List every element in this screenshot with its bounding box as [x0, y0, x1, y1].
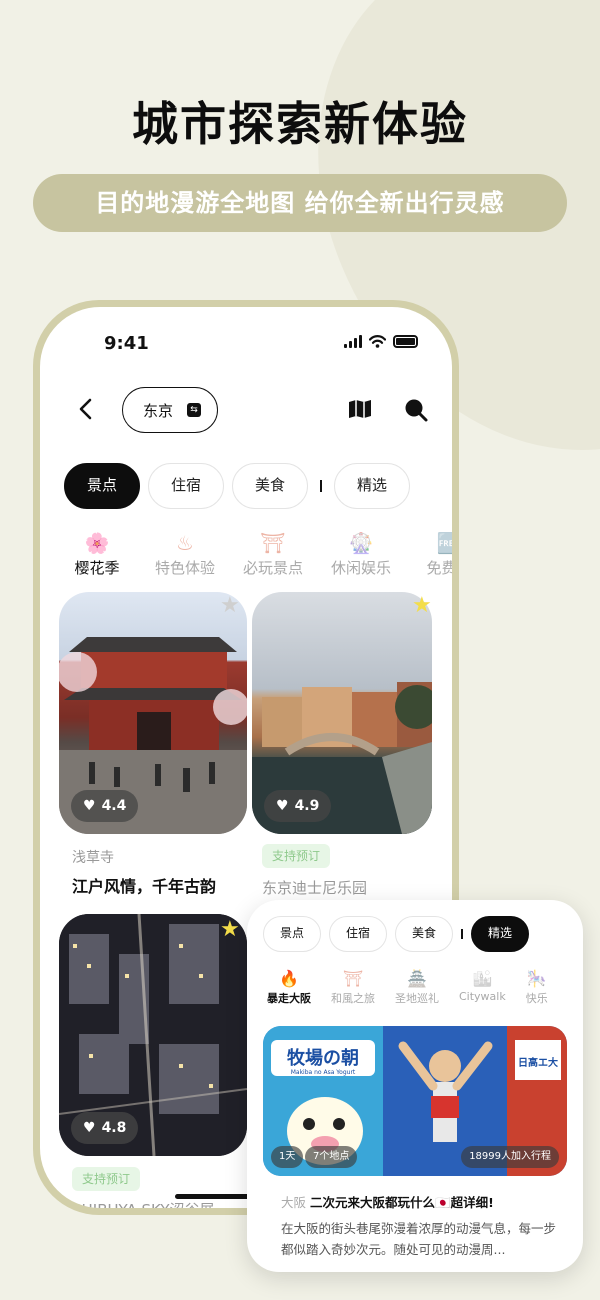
battery-icon: [393, 335, 418, 348]
itinerary-description: 在大阪的街头巷尾弥漫着浓厚的动漫气息，每一步都似踏入奇妙次元。随处可见的动漫周.…: [281, 1221, 557, 1257]
sign-subtext: Makiba no Asa Yogurt: [291, 1069, 356, 1076]
fire-icon: 🔥: [279, 969, 299, 988]
tab-hotels[interactable]: 住宿: [148, 463, 225, 509]
booking-badge: 支持预订: [262, 844, 331, 868]
overlay-sub-categories: 🔥 暴走大阪 ⛩ 和風之旅 🏯 圣地巡礼 🏙 Citywalk 🎠 快乐: [267, 968, 548, 1006]
sign-text: 牧場の朝: [287, 1047, 359, 1069]
itinerary-city: 大阪: [281, 1195, 307, 1210]
rating-value: 4.9: [294, 798, 320, 814]
carousel-icon: 🎠: [526, 969, 547, 988]
card-location: 浅草寺: [72, 850, 114, 866]
favorite-star-icon[interactable]: ★: [220, 595, 240, 617]
featured-overlay-card: 景点 住宿 美食 精选 🔥 暴走大阪 ⛩ 和風之旅 🏯 圣地巡礼 🏙 Cityw…: [247, 900, 583, 1272]
subcat-label: 休闲娱乐: [330, 559, 391, 577]
tab-featured[interactable]: 精选: [334, 463, 411, 509]
tab-hotels[interactable]: 住宿: [329, 916, 388, 952]
ferris-wheel-icon: 🎡: [348, 531, 374, 555]
sub-categories: 🌸 樱花季 ♨ 特色体验 ⛩ 必玩景点 🎡 休闲娱乐 🆓 免费游: [64, 529, 452, 578]
status-icons: [344, 335, 418, 348]
heart-icon: ♥: [83, 798, 96, 814]
subcat-citywalk[interactable]: 🏙 Citywalk: [459, 968, 506, 1006]
promo-headline: 城市探索新体验: [132, 97, 468, 151]
swap-icon: ⇆: [187, 403, 202, 417]
search-icon[interactable]: [403, 397, 429, 423]
city-label: 东京: [143, 401, 174, 420]
subcat-free[interactable]: 🆓 免费游: [416, 529, 452, 578]
favorite-star-icon[interactable]: ★: [220, 919, 240, 941]
tab-attractions[interactable]: 景点: [263, 916, 322, 952]
tab-attractions[interactable]: 景点: [64, 463, 141, 509]
city-icon: 🏙: [472, 969, 493, 988]
subcat-label: 快乐: [525, 992, 548, 1005]
subcat-label: 樱花季: [74, 559, 120, 577]
tab-featured[interactable]: 精选: [471, 916, 530, 952]
heart-icon: ♥: [83, 1120, 96, 1136]
torii-icon: ⛩: [342, 969, 364, 988]
heart-icon: ♥: [276, 798, 289, 814]
rating-value: 4.4: [101, 798, 127, 814]
itinerary-title[interactable]: 大阪 二次元来大阪都玩什么🇯🇵超详细!: [281, 1192, 494, 1211]
subcat-leisure[interactable]: 🎡 休闲娱乐: [328, 529, 394, 578]
itinerary-image[interactable]: 牧場の朝 Makiba no Asa Yogurt 日高エ大 1天 7个地点 1…: [263, 1026, 567, 1176]
subcat-fun[interactable]: 🎠 快乐: [526, 968, 548, 1006]
promo-subline: 目的地漫游全地图 给你全新出行灵感: [33, 174, 567, 232]
subcat-label: 暴走大阪: [267, 992, 311, 1005]
subcat-experience[interactable]: ♨ 特色体验: [152, 529, 218, 578]
subcat-label: Citywalk: [459, 990, 506, 1003]
map-icon[interactable]: [348, 399, 372, 419]
torii-icon: ⛩: [260, 531, 286, 555]
subcat-sakura[interactable]: 🌸 樱花季: [64, 529, 130, 578]
onsen-icon: ♨: [176, 531, 194, 555]
tab-food[interactable]: 美食: [232, 463, 309, 509]
sakura-icon: 🌸: [84, 531, 110, 555]
status-time: 9:41: [104, 333, 149, 354]
card-location: 东京迪士尼乐园: [262, 879, 368, 897]
city-selector[interactable]: 东京 ⇆: [122, 387, 218, 433]
subcat-label: 免费游: [426, 559, 452, 577]
free-icon: 🆓: [436, 531, 452, 555]
card-title: 江户风情，千年古韵: [72, 877, 217, 896]
itinerary-title-text: 二次元来大阪都玩什么🇯🇵超详细!: [310, 1195, 494, 1210]
castle-icon: 🏯: [407, 969, 427, 988]
subcat-japanese-style[interactable]: ⛩ 和風之旅: [331, 968, 375, 1006]
card-image-sensoji[interactable]: ♥ 4.4: [59, 592, 247, 834]
subcat-pilgrimage[interactable]: 🏯 圣地巡礼: [395, 968, 439, 1006]
tab-food[interactable]: 美食: [395, 916, 454, 952]
category-tabs: 景点 住宿 美食 精选: [64, 463, 411, 509]
overlay-tabs: 景点 住宿 美食 精选: [263, 916, 530, 952]
places-badge: 7个地点: [305, 1146, 358, 1168]
subcat-label: 必玩景点: [242, 559, 303, 577]
shop-sign-text: 日高エ大: [518, 1056, 558, 1069]
subcat-must-see[interactable]: ⛩ 必玩景点: [240, 529, 306, 578]
card-location: SHIBUYA SKY涩谷展: [72, 1199, 215, 1208]
back-arrow-icon[interactable]: [76, 397, 96, 421]
tab-divider: [320, 480, 323, 492]
tab-divider: [461, 929, 464, 939]
subcat-osaka-rush[interactable]: 🔥 暴走大阪: [267, 968, 311, 1006]
subcat-label: 特色体验: [154, 559, 215, 577]
days-badge: 1天: [271, 1146, 304, 1168]
rating-badge: ♥ 4.4: [71, 790, 139, 822]
favorite-star-icon[interactable]: ★: [412, 595, 432, 617]
wifi-icon: [369, 335, 386, 348]
joined-count-badge: 18999人加入行程: [461, 1146, 559, 1168]
card-image-shibuya-sky[interactable]: ♥ 4.8: [59, 914, 247, 1156]
booking-badge: 支持预订: [72, 1167, 141, 1191]
signal-icon: [344, 335, 362, 348]
subcat-label: 和風之旅: [331, 992, 375, 1005]
card-image-disney[interactable]: ♥ 4.9: [252, 592, 432, 834]
subcat-label: 圣地巡礼: [395, 992, 439, 1005]
rating-badge: ♥ 4.8: [71, 1112, 139, 1144]
rating-badge: ♥ 4.9: [264, 790, 332, 822]
rating-value: 4.8: [101, 1120, 127, 1136]
